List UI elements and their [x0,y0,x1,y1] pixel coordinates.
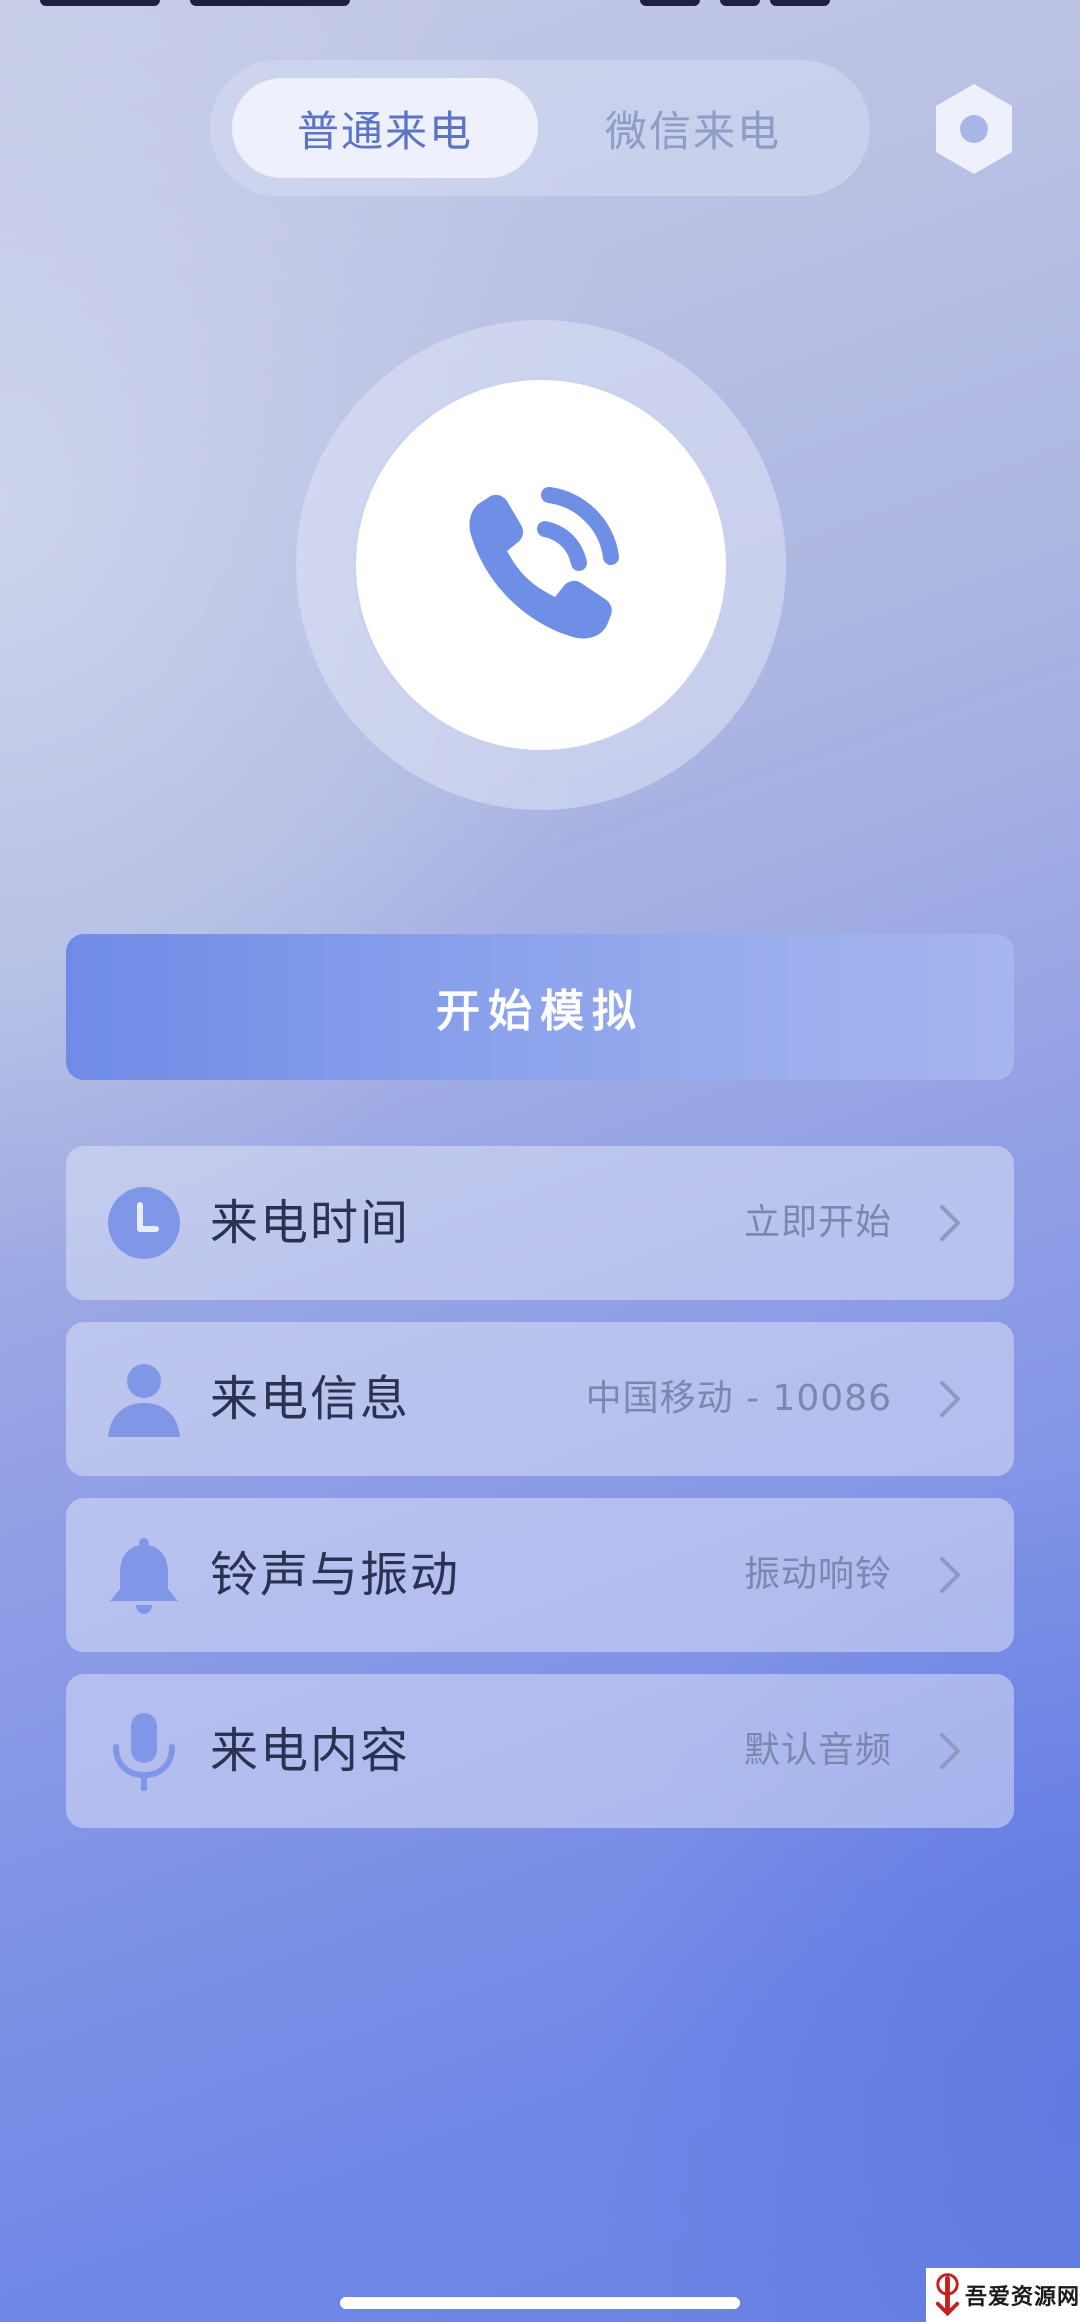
call-type-tabs: 普通来电 微信来电 [210,60,870,196]
status-signal-icon [640,0,700,6]
watermark: 吾爱资源网 [926,2268,1080,2322]
row-label: 来电内容 [210,1723,411,1779]
tab-wechat-call[interactable]: 微信来电 [540,78,846,178]
row-call-content[interactable]: 来电内容 默认音频 [66,1674,1014,1828]
tab-normal-call[interactable]: 普通来电 [232,78,538,178]
chevron-right-icon [940,1557,960,1593]
chevron-right-icon [940,1205,960,1241]
status-time [40,0,160,6]
row-label: 来电时间 [210,1195,411,1251]
settings-list: 来电时间 立即开始 来电信息 中国移动 - 10086 铃声与振动 振动响铃 来… [66,1146,1014,1850]
bell-icon [110,1538,178,1614]
status-wifi-icon [720,0,760,6]
chevron-right-icon [940,1733,960,1769]
row-value: 中国移动 - 10086 [585,1378,892,1419]
row-label: 铃声与振动 [210,1547,461,1603]
settings-button[interactable] [932,82,1016,176]
row-value: 振动响铃 [743,1554,892,1595]
row-call-time[interactable]: 来电时间 立即开始 [66,1146,1014,1300]
row-call-info[interactable]: 来电信息 中国移动 - 10086 [66,1322,1014,1476]
call-icon-halo [296,320,786,810]
row-value: 默认音频 [743,1730,892,1771]
microphone-icon [113,1713,175,1791]
status-battery-icon [770,0,830,6]
person-icon [108,1364,180,1437]
watermark-logo-icon [935,2273,960,2317]
status-bar [0,0,1080,12]
row-value: 立即开始 [743,1202,892,1243]
chevron-right-icon [940,1381,960,1417]
settings-hexagon-icon [936,84,1012,174]
clock-icon [108,1187,180,1259]
phone-ringing-icon [469,487,619,639]
row-label: 来电信息 [210,1371,411,1427]
call-icon-disc [356,380,726,750]
status-notification-icons [190,0,350,6]
row-ringtone-vibration[interactable]: 铃声与振动 振动响铃 [66,1498,1014,1652]
home-indicator[interactable] [340,2297,740,2309]
start-simulation-button[interactable]: 开始模拟 [66,934,1014,1080]
watermark-text: 吾爱资源网 [964,2284,1080,2310]
